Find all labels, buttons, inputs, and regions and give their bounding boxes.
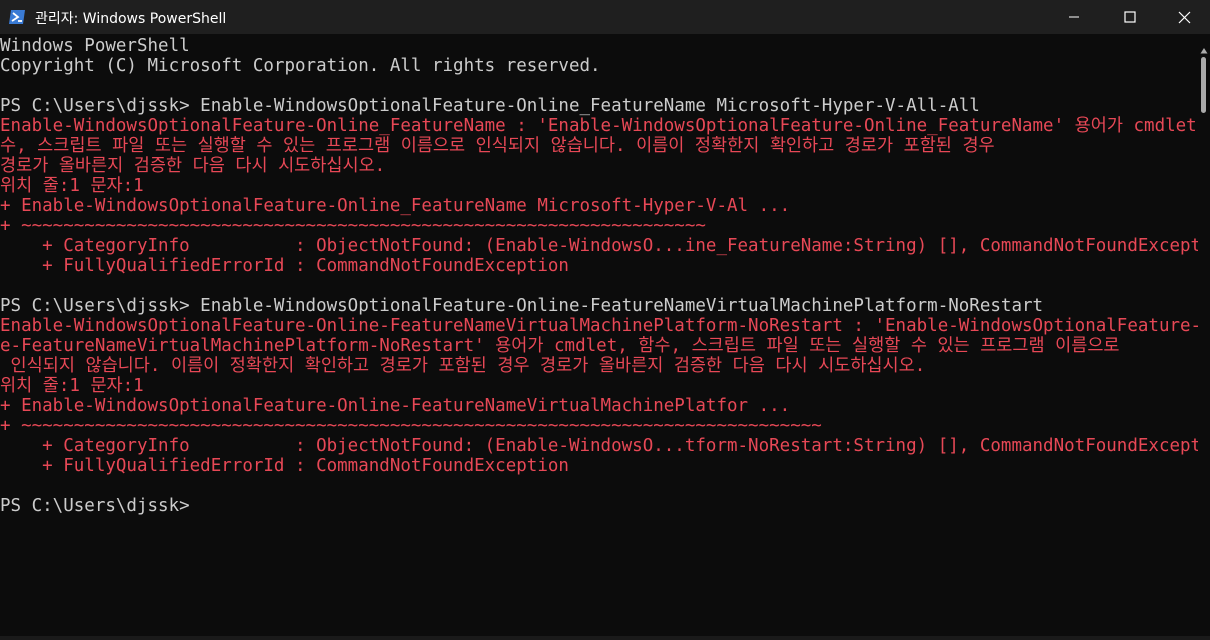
close-icon: [1178, 11, 1191, 24]
error-line: + Enable-WindowsOptionalFeature-Online_F…: [0, 196, 791, 216]
window-title: 관리자: Windows PowerShell: [35, 11, 227, 27]
error-line: e-FeatureNameVirtualMachinePlatform-NoRe…: [0, 336, 1120, 356]
maximize-icon: [1124, 11, 1136, 23]
error-line: + FullyQualifiedErrorId : CommandNotFoun…: [0, 456, 569, 476]
minimize-icon: [1068, 11, 1080, 23]
error-line: 인식되지 않습니다. 이름이 정확한지 확인하고 경로가 포함된 경우 경로가 …: [0, 356, 926, 376]
title-bar[interactable]: 관리자: Windows PowerShell: [0, 0, 1210, 34]
error-line: 위치 줄:1 문자:1: [0, 176, 144, 196]
error-line: + CategoryInfo : ObjectNotFound: (Enable…: [0, 436, 1198, 456]
error-line: 수, 스크립트 파일 또는 실행할 수 있는 프로그램 이름으로 인식되지 않습…: [0, 136, 995, 156]
terminal-output[interactable]: Windows PowerShell Copyright (C) Microso…: [0, 36, 1198, 636]
terminal-line: Windows PowerShell: [0, 36, 190, 56]
terminal-line: Copyright (C) Microsoft Corporation. All…: [0, 56, 601, 76]
powershell-icon[interactable]: [8, 9, 26, 25]
error-line: Enable-WindowsOptionalFeature-Online-Fea…: [0, 316, 1198, 336]
close-button[interactable]: [1158, 0, 1210, 34]
prompt-line: PS C:\Users\djssk>: [0, 496, 190, 516]
error-line: + FullyQualifiedErrorId : CommandNotFoun…: [0, 256, 569, 276]
error-line: 위치 줄:1 문자:1: [0, 376, 144, 396]
prompt-line: PS C:\Users\djssk> Enable-WindowsOptiona…: [0, 96, 980, 116]
error-line: + Enable-WindowsOptionalFeature-Online-F…: [0, 396, 791, 416]
error-line: + ~~~~~~~~~~~~~~~~~~~~~~~~~~~~~~~~~~~~~~…: [0, 416, 822, 436]
prompt-line: PS C:\Users\djssk> Enable-WindowsOptiona…: [0, 296, 1044, 316]
error-line: 경로가 올바른지 검증한 다음 다시 시도하십시오.: [0, 156, 386, 176]
error-line: Enable-WindowsOptionalFeature-Online_Fea…: [0, 116, 1198, 136]
window-bottom-border: [0, 636, 1210, 640]
error-line: + ~~~~~~~~~~~~~~~~~~~~~~~~~~~~~~~~~~~~~~…: [0, 216, 706, 236]
vertical-scrollbar[interactable]: [1198, 36, 1210, 636]
scroll-up-arrow-icon[interactable]: [1200, 40, 1208, 54]
maximize-button[interactable]: [1104, 0, 1156, 34]
error-line: + CategoryInfo : ObjectNotFound: (Enable…: [0, 236, 1198, 256]
scrollbar-thumb[interactable]: [1201, 57, 1206, 113]
minimize-button[interactable]: [1048, 0, 1100, 34]
